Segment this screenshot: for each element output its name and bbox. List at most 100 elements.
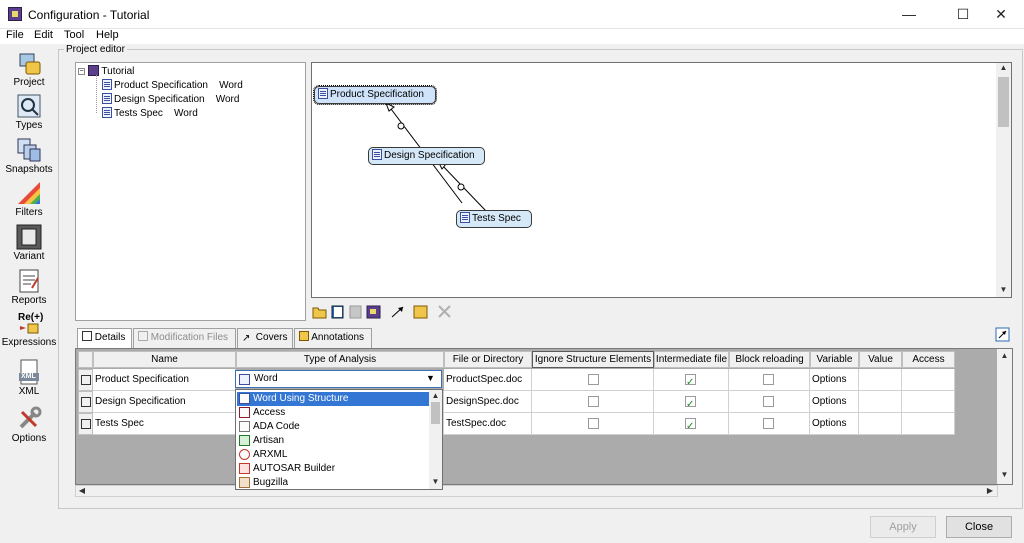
cell-name[interactable]: Product Specification: [93, 369, 236, 391]
open-folder-icon[interactable]: [312, 305, 328, 319]
column-header-block[interactable]: Block reloading: [729, 351, 810, 368]
close-button[interactable]: Close: [946, 516, 1012, 538]
menu-edit[interactable]: Edit: [34, 29, 53, 42]
ignore-checkbox[interactable]: [588, 418, 599, 429]
tab-covers[interactable]: ↗ Covers: [237, 328, 293, 348]
toolbar-filters-button[interactable]: Filters: [0, 180, 58, 218]
diagram-node[interactable]: Tests Spec: [456, 210, 532, 228]
scroll-up-icon[interactable]: ▲: [996, 63, 1011, 75]
scroll-up-icon[interactable]: ▲: [429, 391, 442, 401]
cell-intermediate[interactable]: [654, 391, 729, 413]
ignore-checkbox[interactable]: [588, 396, 599, 407]
cell-block[interactable]: [729, 413, 810, 435]
cell-variable[interactable]: Options: [810, 391, 859, 413]
column-header-ignore[interactable]: Ignore Structure Elements: [532, 351, 654, 368]
cell-value[interactable]: [859, 391, 902, 413]
column-header-variable[interactable]: Variable: [810, 351, 859, 368]
cell-value[interactable]: [859, 369, 902, 391]
intermediate-checkbox[interactable]: [685, 416, 696, 434]
ignore-checkbox[interactable]: [588, 374, 599, 385]
menu-help[interactable]: Help: [96, 29, 119, 42]
diagram-node[interactable]: Design Specification: [368, 147, 485, 165]
dropdown-option[interactable]: AUTOSAR Builder: [237, 462, 429, 476]
dropdown-scrollbar[interactable]: ▲ ▼: [429, 390, 442, 489]
tab-details[interactable]: Details: [77, 328, 132, 349]
project-tree-icon[interactable]: [366, 305, 382, 319]
collapse-icon[interactable]: −: [78, 68, 85, 75]
cell-value[interactable]: [859, 413, 902, 435]
cell-access[interactable]: [902, 369, 955, 391]
cell-access[interactable]: [902, 391, 955, 413]
tab-annotations[interactable]: Annotations: [294, 328, 372, 348]
tab-modification-files[interactable]: Modification Files: [133, 328, 236, 348]
menu-tool[interactable]: Tool: [64, 29, 84, 42]
cell-intermediate[interactable]: [654, 369, 729, 391]
tree-item[interactable]: Design Specification Word: [102, 93, 239, 107]
dropdown-option[interactable]: Access: [237, 406, 429, 420]
tree-item[interactable]: Product Specification Word: [102, 79, 243, 93]
scroll-right-icon[interactable]: ▶: [984, 486, 996, 497]
scroll-left-icon[interactable]: ◀: [76, 486, 88, 497]
toolbar-variant-button[interactable]: Variant: [0, 224, 58, 262]
row-header[interactable]: [78, 391, 93, 413]
cell-file[interactable]: ProductSpec.doc: [444, 369, 532, 391]
cell-variable[interactable]: Options: [810, 369, 859, 391]
cell-access[interactable]: [902, 413, 955, 435]
cell-intermediate[interactable]: [654, 413, 729, 435]
diagram-vertical-scrollbar[interactable]: ▲ ▼: [996, 63, 1011, 297]
cell-name[interactable]: Design Specification: [93, 391, 236, 413]
scroll-thumb[interactable]: [998, 77, 1009, 127]
block-checkbox[interactable]: [763, 418, 774, 429]
row-header[interactable]: [78, 413, 93, 435]
cell-block[interactable]: [729, 369, 810, 391]
dropdown-option[interactable]: ADA Code: [237, 420, 429, 434]
cell-block[interactable]: [729, 391, 810, 413]
toolbar-options-button[interactable]: Options: [0, 406, 58, 444]
cell-ignore[interactable]: [532, 391, 654, 413]
type-of-analysis-combo[interactable]: Word ▼: [235, 370, 442, 388]
dropdown-option[interactable]: ARXML: [237, 448, 429, 462]
tree-root[interactable]: − Tutorial: [78, 65, 134, 79]
diagram-node[interactable]: Product Specification: [313, 85, 437, 105]
cell-file[interactable]: DesignSpec.doc: [444, 391, 532, 413]
intermediate-checkbox[interactable]: [685, 372, 696, 390]
row-header[interactable]: [78, 369, 93, 391]
note-icon[interactable]: [413, 305, 429, 319]
column-header-value[interactable]: Value: [859, 351, 902, 368]
cell-ignore[interactable]: [532, 369, 654, 391]
grid-horizontal-scrollbar[interactable]: ◀ ▶: [75, 485, 998, 497]
column-header-name[interactable]: Name: [93, 351, 236, 368]
block-checkbox[interactable]: [763, 396, 774, 407]
column-header-intermediate[interactable]: Intermediate file: [654, 351, 729, 368]
column-header-type[interactable]: Type of Analysis: [236, 351, 444, 368]
scroll-down-icon[interactable]: ▼: [429, 477, 442, 487]
toolbar-types-button[interactable]: Types: [0, 93, 58, 131]
connect-link-icon[interactable]: [390, 305, 406, 319]
toolbar-snapshots-button[interactable]: Snapshots: [0, 137, 58, 175]
menu-file[interactable]: File: [6, 29, 24, 42]
close-window-button[interactable]: ✕: [978, 0, 1024, 29]
intermediate-checkbox[interactable]: [685, 394, 696, 412]
cell-variable[interactable]: Options: [810, 413, 859, 435]
block-checkbox[interactable]: [763, 374, 774, 385]
toolbar-expressions-button[interactable]: Re(+) Expressions: [0, 312, 58, 348]
apply-button[interactable]: Apply: [870, 516, 936, 538]
scroll-down-icon[interactable]: ▼: [996, 285, 1011, 297]
toolbar-xml-button[interactable]: XML XML: [0, 359, 58, 397]
scroll-down-icon[interactable]: ▼: [997, 470, 1012, 482]
cell-ignore[interactable]: [532, 413, 654, 435]
column-header-file[interactable]: File or Directory: [444, 351, 532, 368]
toolbar-project-button[interactable]: Project: [0, 50, 58, 88]
grid-vertical-scrollbar[interactable]: ▲ ▼: [997, 349, 1012, 484]
toolbar-reports-button[interactable]: Reports: [0, 268, 58, 306]
scroll-thumb[interactable]: [431, 402, 440, 424]
dropdown-option[interactable]: Word Using Structure: [237, 392, 429, 406]
cell-name[interactable]: Tests Spec: [93, 413, 236, 435]
minimize-button[interactable]: —: [886, 0, 932, 29]
scroll-up-icon[interactable]: ▲: [997, 351, 1012, 363]
grid-settings-icon[interactable]: [995, 327, 1011, 343]
column-header-access[interactable]: Access: [902, 351, 955, 368]
cell-file[interactable]: TestSpec.doc: [444, 413, 532, 435]
tree-item[interactable]: Tests Spec Word: [102, 107, 198, 121]
chevron-down-icon[interactable]: ▼: [426, 373, 435, 383]
